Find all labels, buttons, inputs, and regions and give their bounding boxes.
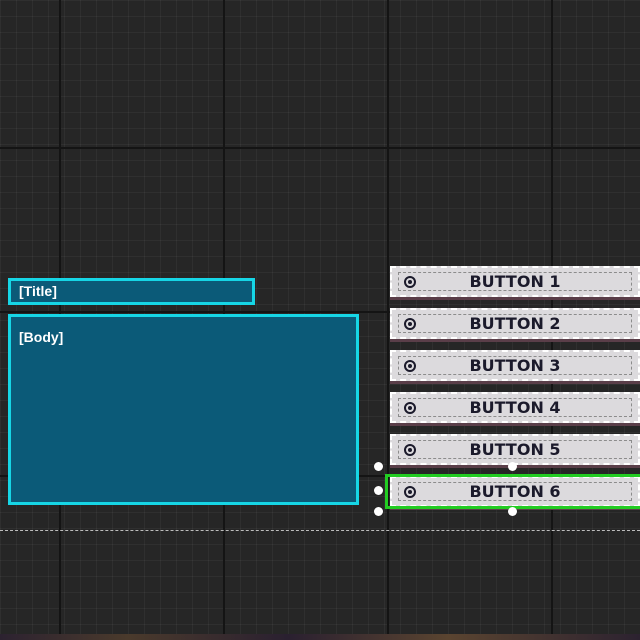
canvas-guide-line: [0, 530, 640, 531]
button-label: BUTTON 2: [469, 314, 561, 333]
button-label: BUTTON 3: [469, 356, 561, 375]
resize-handle-bottom[interactable]: [508, 507, 517, 516]
button-label: BUTTON 6: [469, 482, 561, 501]
designer-canvas[interactable]: [Title] [Body] BUTTON 1 BUTTON 2 BUTTON …: [0, 0, 640, 640]
resize-handle-top-left[interactable]: [374, 462, 383, 471]
radio-target-icon: [404, 359, 416, 372]
radio-target-icon: [404, 485, 416, 498]
button-3[interactable]: BUTTON 3: [390, 350, 640, 381]
resize-handle-top[interactable]: [508, 462, 517, 471]
button-4[interactable]: BUTTON 4: [390, 392, 640, 423]
radio-target-icon: [404, 317, 416, 330]
radio-target-icon: [404, 401, 416, 414]
title-placeholder-text: [Title]: [19, 283, 57, 299]
radio-target-icon: [404, 275, 416, 288]
radio-target-icon: [404, 443, 416, 456]
button-2[interactable]: BUTTON 2: [390, 308, 640, 339]
button-5[interactable]: BUTTON 5: [390, 434, 640, 465]
body-widget[interactable]: [Body]: [8, 314, 359, 505]
resize-handle-left[interactable]: [374, 486, 383, 495]
button-label: BUTTON 5: [469, 440, 561, 459]
body-placeholder-text: [Body]: [19, 329, 64, 345]
button-6[interactable]: BUTTON 6: [390, 476, 640, 507]
resize-handle-bottom-left[interactable]: [374, 507, 383, 516]
button-label: BUTTON 1: [469, 272, 561, 291]
button-1[interactable]: BUTTON 1: [390, 266, 640, 297]
title-widget[interactable]: [Title]: [8, 278, 255, 305]
button-label: BUTTON 4: [469, 398, 561, 417]
bottom-panel-edge: [0, 634, 640, 640]
